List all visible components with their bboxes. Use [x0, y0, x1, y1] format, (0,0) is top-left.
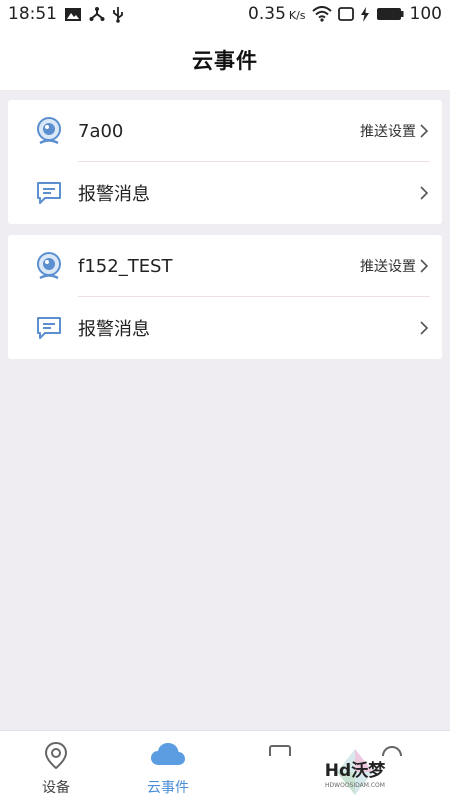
- alarm-messages-row[interactable]: 报警消息: [8, 162, 442, 224]
- device-row[interactable]: 7a00 推送设置: [8, 100, 442, 162]
- alarm-messages-label: 报警消息: [78, 184, 150, 205]
- page-header: 云事件: [0, 30, 450, 90]
- battery-level: 100: [409, 4, 442, 24]
- push-settings-link[interactable]: 推送设置: [360, 256, 416, 276]
- tab-label: 设备: [42, 780, 70, 796]
- chevron-right-icon: [418, 123, 430, 139]
- message-icon: [34, 313, 64, 343]
- device-name: f152_TEST: [78, 255, 173, 277]
- network-speed: 0.35 K/s: [248, 4, 306, 24]
- alarm-messages-label: 报警消息: [78, 319, 150, 340]
- status-bar: 18:51 0.35 K/s 100: [0, 0, 450, 30]
- location-pin-icon: [43, 741, 69, 775]
- chevron-right-icon: [418, 258, 430, 274]
- tab-label: 云事件: [147, 780, 189, 796]
- charging-icon: [360, 6, 370, 22]
- tab-devices[interactable]: 设备: [0, 731, 112, 801]
- tablet-icon: [268, 741, 292, 761]
- wifi-icon: [311, 6, 332, 22]
- watermark-logo: Hd沃梦 HDWOOSIDAM.COM: [305, 745, 405, 800]
- page-title: 云事件: [192, 49, 258, 73]
- status-time: 18:51: [8, 4, 57, 24]
- watermark-text: Hd沃梦: [324, 761, 386, 781]
- device-row[interactable]: f152_TEST 推送设置: [8, 235, 442, 297]
- push-settings-link[interactable]: 推送设置: [360, 121, 416, 141]
- sim-icon: [337, 7, 354, 21]
- cloud-icon: [150, 741, 186, 771]
- battery-icon: [376, 7, 404, 21]
- camera-icon: [34, 251, 64, 281]
- camera-icon: [34, 116, 64, 146]
- chevron-right-icon: [418, 185, 430, 201]
- share-icon: [89, 6, 105, 22]
- device-card: f152_TEST 推送设置 报警消息: [8, 235, 442, 359]
- watermark-subtext: HDWOOSIDAM.COM: [325, 782, 385, 789]
- alarm-messages-row[interactable]: 报警消息: [8, 297, 442, 359]
- tab-cloud-events[interactable]: 云事件: [112, 731, 224, 801]
- usb-icon: [112, 6, 124, 23]
- device-name: 7a00: [78, 120, 124, 142]
- image-notification-icon: [64, 7, 82, 22]
- message-icon: [34, 178, 64, 208]
- chevron-right-icon: [418, 320, 430, 336]
- device-card: 7a00 推送设置 报警消息: [8, 100, 442, 224]
